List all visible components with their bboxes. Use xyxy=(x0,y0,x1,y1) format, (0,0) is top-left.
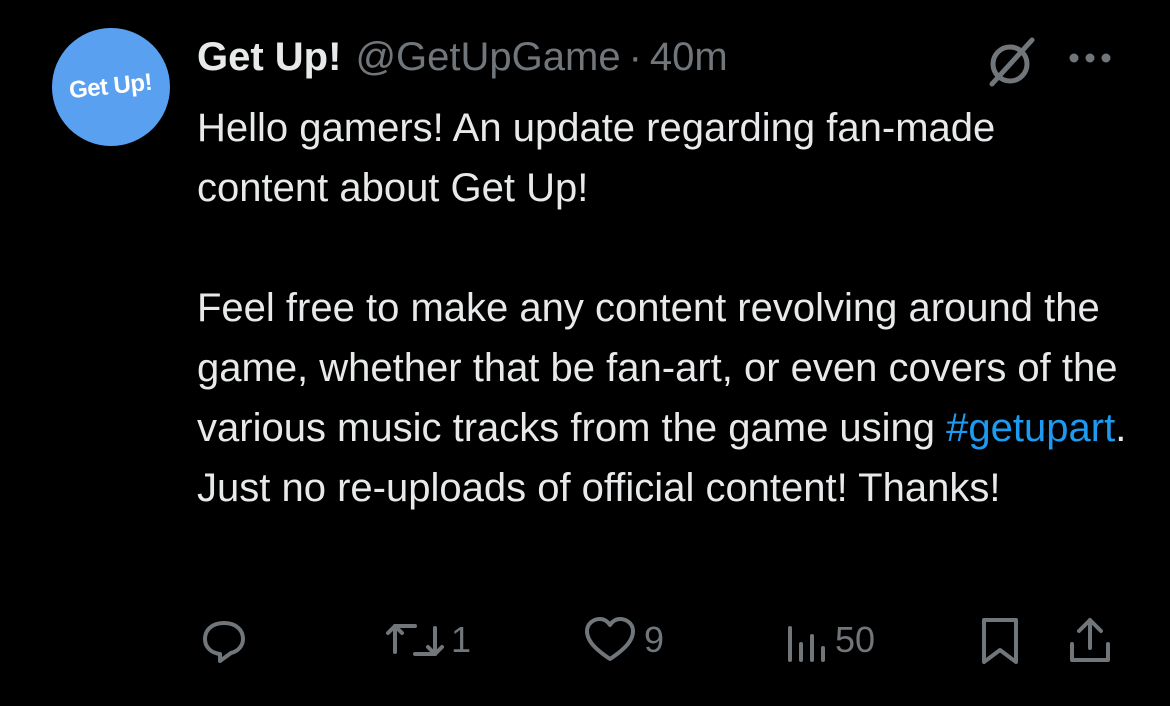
post-timestamp[interactable]: 40m xyxy=(650,35,728,80)
separator-dot: · xyxy=(628,34,642,79)
heart-icon xyxy=(585,617,635,661)
action-bar: 1 9 50 xyxy=(0,610,1170,670)
repost-count: 1 xyxy=(451,619,472,660)
post-paragraph-2: Feel free to make any content revolving … xyxy=(197,278,1137,518)
repost-button[interactable]: 1 xyxy=(385,610,471,670)
share-icon xyxy=(1070,618,1110,662)
repost-icon xyxy=(386,624,444,656)
display-name[interactable]: Get Up! xyxy=(197,35,341,80)
avatar-logo-text: Get Up! xyxy=(68,68,154,105)
user-handle[interactable]: @GetUpGame xyxy=(355,35,620,80)
reply-icon xyxy=(203,621,245,663)
bookmark-icon xyxy=(982,618,1018,664)
post[interactable]: Get Up! Get Up! @GetUpGame · 40m Hello g… xyxy=(0,0,1170,706)
reply-button[interactable] xyxy=(198,610,250,670)
avatar[interactable]: Get Up! xyxy=(52,28,170,146)
post-header: Get Up! @GetUpGame · 40m xyxy=(197,32,728,82)
post-paragraph-1: Hello gamers! An update regarding fan-ma… xyxy=(197,106,996,210)
views-button[interactable]: 50 xyxy=(785,610,875,670)
views-count: 50 xyxy=(835,619,876,660)
more-options-icon[interactable] xyxy=(1064,40,1116,76)
share-button[interactable] xyxy=(1064,610,1116,670)
hashtag-link[interactable]: #getupart xyxy=(946,406,1115,450)
bookmark-button[interactable] xyxy=(976,610,1024,670)
grok-icon[interactable] xyxy=(984,34,1040,90)
like-button[interactable]: 9 xyxy=(582,610,664,670)
like-count: 9 xyxy=(644,619,665,660)
views-icon xyxy=(788,626,825,662)
post-text: Hello gamers! An update regarding fan-ma… xyxy=(197,98,1137,518)
